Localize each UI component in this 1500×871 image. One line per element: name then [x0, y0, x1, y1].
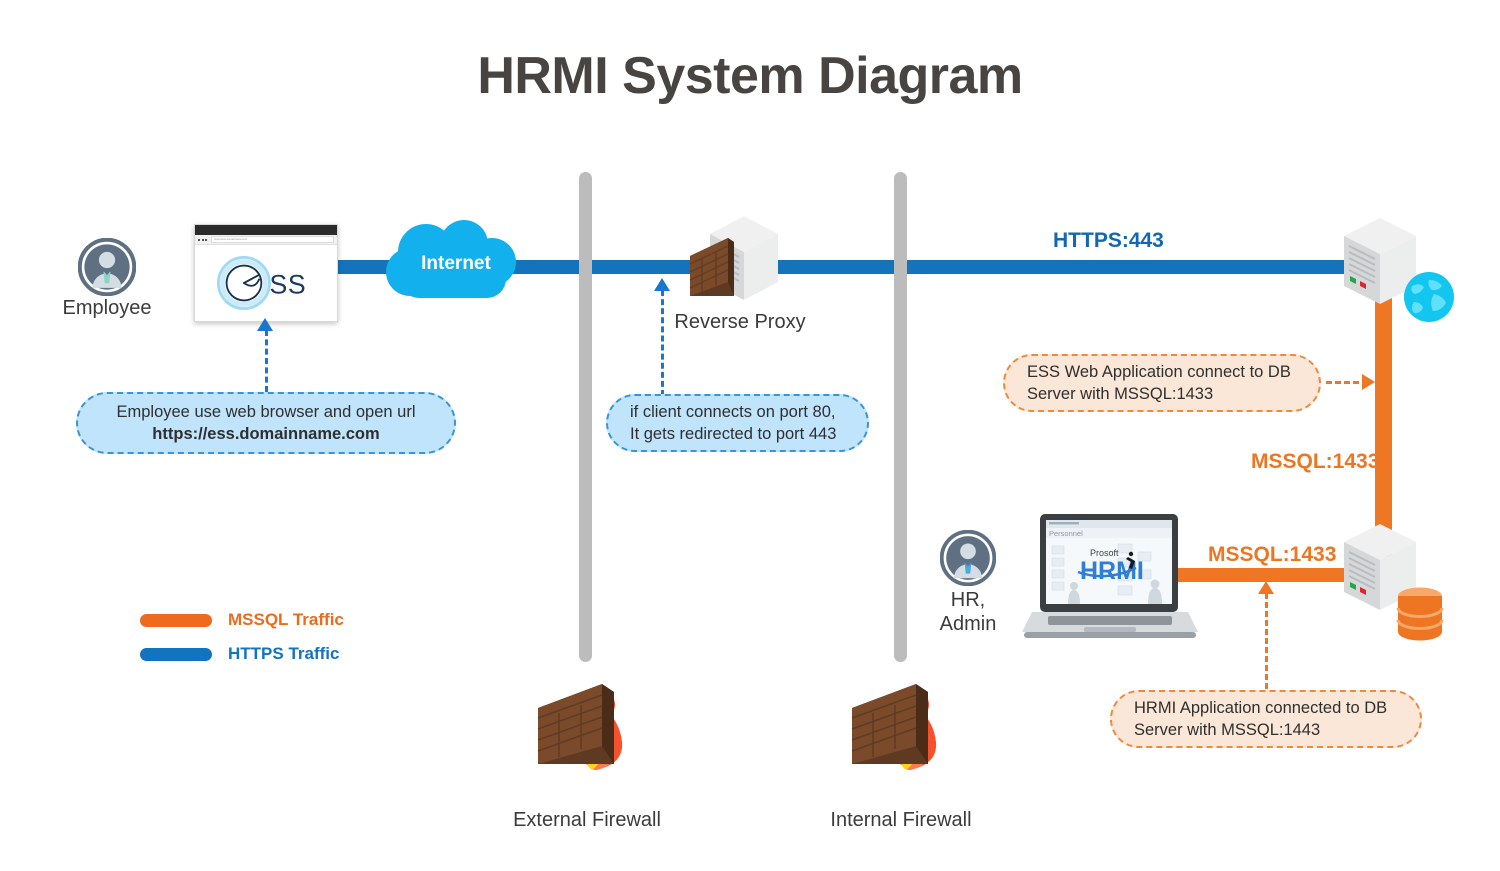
dashed-connector-hrmi-db: [1265, 593, 1268, 689]
mssql-link-webserver-to-dbserver: [1375, 285, 1392, 557]
browser-titlebar: [195, 225, 337, 235]
internal-firewall-icon: [848, 660, 954, 787]
label-https-443: HTTPS:443: [1053, 229, 1164, 252]
svg-text:Personnel: Personnel: [1049, 529, 1083, 538]
internal-firewall-divider: [894, 172, 907, 662]
legend-swatch-mssql: [140, 613, 212, 627]
browser-url-input[interactable]: https://ess.domainname.com: [211, 236, 334, 243]
legend-item-mssql: MSSQL Traffic: [140, 610, 344, 630]
callout-ess-db-line1: ESS Web Application connect to DB: [1027, 362, 1291, 381]
callout-port-redirect-line1: if client connects on port 80,: [630, 402, 836, 421]
callout-hrmi-db-line1: HRMI Application connected to DB: [1134, 698, 1388, 717]
dashed-arrow-hrmi-db-icon: [1258, 581, 1274, 594]
callout-employee-browser-line1: Employee use web browser and open url: [116, 402, 416, 421]
internal-firewall-label: Internal Firewall: [830, 809, 972, 831]
svg-text:SS: SS: [269, 269, 306, 299]
globe-icon: [1404, 272, 1454, 327]
hr-avatar-icon: [939, 529, 997, 591]
ess-browser-window[interactable]: https://ess.domainname.com SS: [194, 224, 338, 322]
legend-label-mssql: MSSQL Traffic: [228, 610, 344, 629]
employee-label: Employee: [62, 297, 152, 319]
hr-admin-label: HR, Admin: [908, 588, 1028, 636]
callout-ess-db-line2: Server with MSSQL:1433: [1027, 385, 1214, 403]
browser-nav-dots-icon: [198, 238, 207, 241]
dashed-connector-browser: [265, 330, 268, 392]
hr-admin-label-line2: Admin: [939, 613, 997, 635]
external-firewall-divider: [579, 172, 592, 662]
mssql-link-laptop-to-dbserver: [1178, 568, 1358, 582]
browser-urlbar[interactable]: https://ess.domainname.com: [195, 235, 337, 245]
callout-port-redirect: if client connects on port 80, It gets r…: [606, 394, 869, 452]
ess-logo: SS: [195, 245, 337, 321]
legend-item-https: HTTPS Traffic: [140, 644, 344, 664]
reverse-proxy-icon: [688, 208, 788, 315]
callout-port-redirect-line2: It gets redirected to port 443: [630, 425, 837, 443]
legend-label-https: HTTPS Traffic: [228, 644, 340, 663]
internet-label: Internet: [421, 253, 491, 274]
callout-hrmi-db: HRMI Application connected to DB Server …: [1110, 690, 1422, 748]
reverse-proxy-label: Reverse Proxy: [674, 311, 806, 333]
employee-avatar-icon: [77, 237, 137, 301]
callout-hrmi-db-line2: Server with MSSQL:1443: [1134, 721, 1321, 739]
dashed-connector-proxy: [661, 290, 664, 396]
page-title: HRMI System Diagram: [477, 47, 1023, 105]
callout-employee-browser: Employee use web browser and open url ht…: [76, 392, 456, 454]
callout-employee-browser-line2: https://ess.domainname.com: [152, 425, 380, 443]
label-mssql-1433-horizontal: MSSQL:1433: [1208, 543, 1337, 566]
dashed-arrow-proxy-icon: [654, 278, 670, 291]
label-mssql-1433-vertical: MSSQL:1433: [1251, 450, 1380, 473]
external-firewall-label: External Firewall: [513, 809, 661, 831]
database-icon: [1392, 586, 1448, 647]
https-link-proxy-to-webserver: [772, 260, 1350, 274]
laptop-icon[interactable]: Personnel Prosoft HRMI: [1018, 512, 1200, 640]
hr-admin-label-line1: HR,: [950, 589, 986, 611]
legend-swatch-https: [140, 647, 212, 661]
dashed-arrow-browser-icon: [257, 318, 273, 331]
legend: MSSQL Traffic HTTPS Traffic: [140, 610, 344, 678]
callout-ess-db: ESS Web Application connect to DB Server…: [1003, 354, 1321, 412]
dashed-arrow-ess-db-icon: [1362, 374, 1375, 390]
external-firewall-icon: [534, 660, 640, 787]
